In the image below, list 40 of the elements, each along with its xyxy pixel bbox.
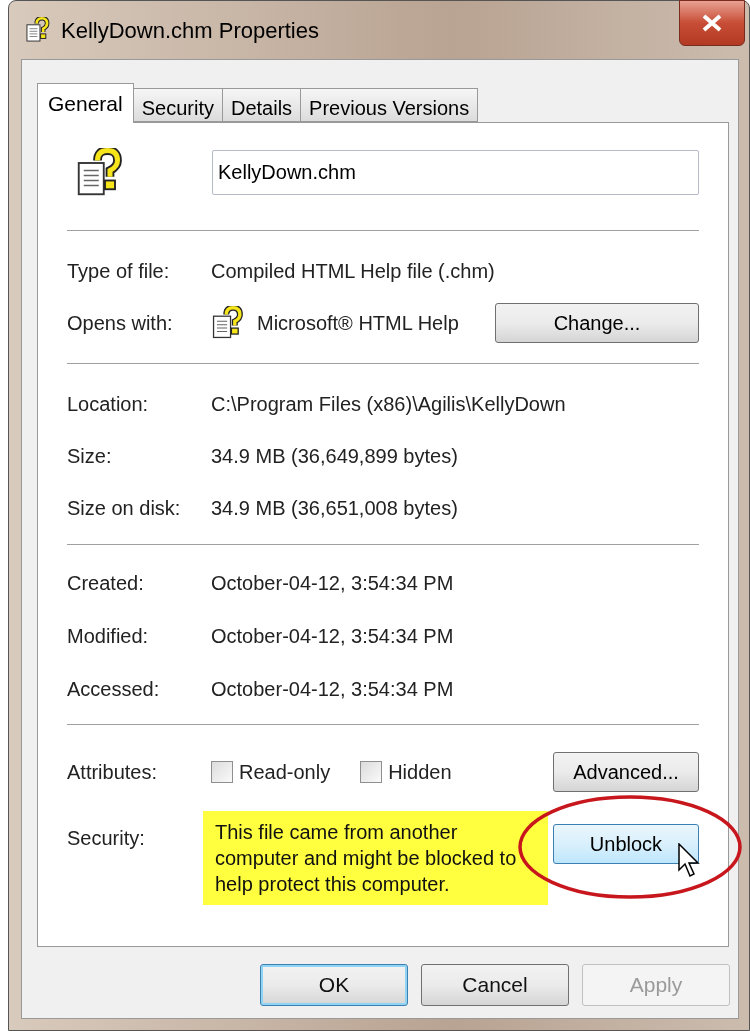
field-value: October-04-12, 3:54:34 PM [211,623,454,649]
field-label: Location: [67,392,150,417]
dialog-button[interactable]: OK [260,964,408,1006]
field-value: Compiled HTML Help file (.chm) [211,259,495,284]
close-button[interactable] [679,0,745,46]
field-label: Size: [67,444,113,469]
close-icon [700,14,724,32]
mouse-cursor-icon [678,843,702,879]
checkbox-label[interactable]: Hidden [388,757,452,787]
field-value: Microsoft® HTML Help [257,311,459,336]
advanced-button[interactable]: Advanced... [553,752,699,792]
security-message: This file came from another computer and might be blocked to help protect this computer. [203,811,548,905]
tab[interactable]: General [37,83,134,123]
field-label: Type of file: [67,259,171,284]
tab[interactable]: Security [132,88,223,122]
field-label: Size on disk: [67,496,182,521]
field-label: Opens with: [67,311,174,336]
field-value: C:\Program Files (x86)\Agilis\KellyDown [211,392,566,417]
field-label: Security: [67,826,146,851]
unblock-button[interactable]: Unblock [553,824,699,864]
field-label: Accessed: [67,676,161,702]
field-value: October-04-12, 3:54:34 PM [211,676,454,702]
field-label: Modified: [67,623,150,649]
window-title: KellyDown.chm Properties [61,16,319,45]
help-file-icon [25,17,51,43]
field-label: Created: [67,570,145,596]
field-value: 34.9 MB (36,649,899 bytes) [211,444,458,469]
tab[interactable]: Previous Versions [300,88,479,122]
tab[interactable]: Details [221,88,302,122]
file-name-field[interactable]: KellyDown.chm [212,150,699,195]
help-file-icon [75,147,125,198]
dialog-button[interactable]: Cancel [421,964,569,1006]
checkbox[interactable] [360,761,383,783]
field-label: Attributes: [67,760,159,785]
field-value: 34.9 MB (36,651,008 bytes) [211,496,458,521]
change-button[interactable]: Change... [495,303,699,343]
help-file-icon [211,306,245,340]
checkbox-label[interactable]: Read-only [239,757,331,787]
checkbox[interactable] [211,761,233,783]
field-value: October-04-12, 3:54:34 PM [211,570,454,596]
